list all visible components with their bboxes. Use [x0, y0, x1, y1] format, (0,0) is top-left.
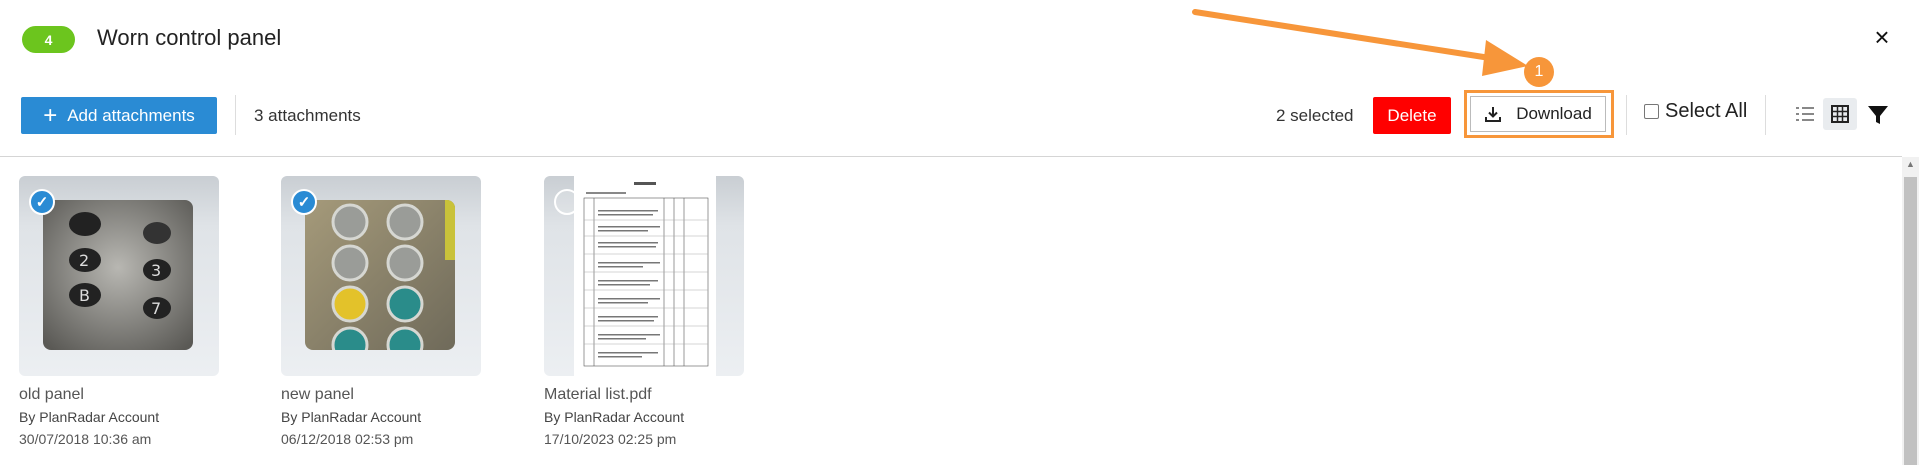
attachment-card[interactable]: 2 B 3 7 ✓: [19, 176, 219, 376]
svg-text:3: 3: [151, 261, 161, 280]
attachment-count: 3 attachments: [254, 106, 361, 125]
attachment-thumbnail: [305, 200, 455, 350]
delete-button[interactable]: Delete: [1373, 97, 1451, 134]
download-label: Download: [1516, 104, 1592, 123]
attachment-thumbnail: 2 B 3 7: [43, 200, 193, 350]
attachment-name[interactable]: old panel: [19, 385, 84, 405]
plus-icon: +: [43, 101, 58, 129]
scrollbar-thumb[interactable]: [1904, 177, 1917, 465]
attachment-name[interactable]: Material list.pdf: [544, 385, 652, 405]
filter-icon[interactable]: [1867, 104, 1889, 126]
toolbar-divider: [1765, 95, 1766, 135]
add-attachments-label: Add attachments: [67, 105, 195, 125]
attachment-name[interactable]: new panel: [281, 385, 354, 405]
selected-check-icon[interactable]: ✓: [291, 189, 317, 215]
attachment-date: 30/07/2018 10:36 am: [19, 431, 152, 447]
close-icon[interactable]: ×: [1870, 24, 1894, 50]
attachment-date: 17/10/2023 02:25 pm: [544, 431, 677, 447]
attachment-card[interactable]: [544, 176, 744, 376]
add-attachments-button[interactable]: + Add attachments: [21, 97, 217, 134]
list-view-icon[interactable]: [1795, 104, 1815, 124]
step-number-badge: 1: [1524, 57, 1554, 87]
attachment-card[interactable]: ✓: [281, 176, 481, 376]
download-button[interactable]: Download: [1470, 96, 1606, 132]
count-badge: 4: [22, 26, 75, 53]
scroll-up-icon[interactable]: ▲: [1902, 158, 1919, 170]
panel-title: Worn control panel: [97, 25, 282, 50]
selected-count: 2 selected: [1276, 106, 1354, 125]
pdf-thumbnail: [574, 176, 716, 376]
select-all-checkbox[interactable]: Select All: [1644, 100, 1747, 123]
download-icon: [1485, 107, 1502, 122]
attachment-date: 06/12/2018 02:53 pm: [281, 431, 414, 447]
toolbar-divider: [235, 95, 236, 135]
toolbar-separator: [0, 156, 1902, 157]
annotation-arrow: [1192, 9, 1528, 76]
selected-check-icon[interactable]: ✓: [29, 189, 55, 215]
attachment-author: By PlanRadar Account: [281, 409, 422, 425]
grid-view-icon: [1831, 105, 1849, 123]
svg-text:7: 7: [151, 299, 161, 318]
svg-text:B: B: [79, 286, 90, 305]
attachment-author: By PlanRadar Account: [544, 409, 685, 425]
checkbox-box[interactable]: [1644, 104, 1659, 119]
grid-view-button[interactable]: [1823, 98, 1857, 130]
attachment-author: By PlanRadar Account: [19, 409, 160, 425]
select-all-label: Select All: [1665, 100, 1748, 122]
unselected-check-icon[interactable]: [554, 189, 580, 215]
toolbar-divider: [1626, 95, 1627, 135]
svg-text:2: 2: [79, 251, 89, 270]
